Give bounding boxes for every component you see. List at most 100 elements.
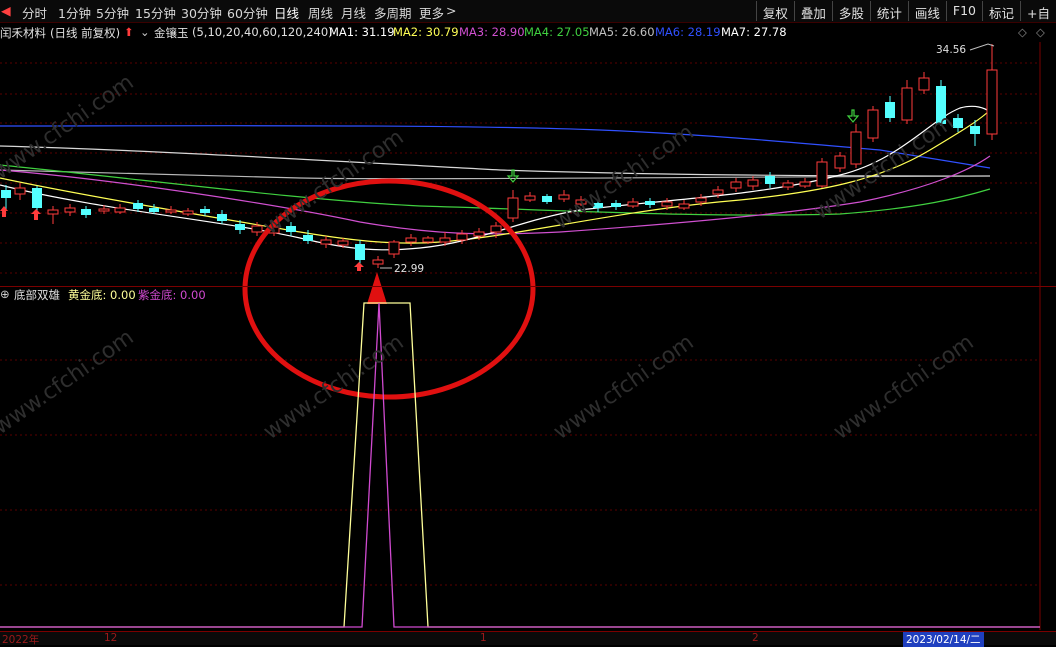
candle-body [799,181,811,187]
ma2-value: MA2: 30.79 [393,25,459,39]
candle-body [970,126,980,134]
candle-body [542,196,552,202]
candle-body [337,240,349,246]
kline-chart[interactable]: 22.99 34.56 www.cfchi.com www.cfchi.com … [0,0,1056,644]
mark-button[interactable]: 标记 [982,1,1020,21]
down-arrow-icon [846,109,860,123]
stats-button[interactable]: 统计 [869,1,908,21]
candle-body [661,201,673,207]
candle-body [182,210,194,215]
period-tab[interactable]: 15分钟 [135,3,176,22]
candle-body [490,225,502,233]
candle-body [712,189,724,195]
period-tab[interactable]: 周线 [308,3,333,22]
candle-body [32,188,42,208]
period-tab[interactable]: 更多 [419,3,444,22]
candle-body [303,235,313,241]
indicator-info-bar: 闰禾材料 (日线 前复权) ⬆ ⌄ 金镶玉 (5,10,20,40,60,120… [0,23,1056,41]
candle-body [524,195,536,201]
date-label: 1 [480,632,487,644]
candle-body [320,239,332,245]
candle-body [834,155,846,169]
watermark: www.cfchi.com [549,330,698,445]
candle-body [730,181,742,189]
candle-body [678,203,690,209]
period-tab[interactable]: 月线 [341,3,366,22]
candle-body [355,244,365,260]
candle-body [200,209,210,213]
candle-body [439,237,451,243]
candle-body [114,207,126,213]
f10-button[interactable]: F10 [945,1,982,21]
candle-body [98,208,110,212]
candle-body [47,209,59,215]
period-tab-active[interactable]: 日线 [274,3,299,22]
candle-body [867,109,879,139]
candle-body [133,203,143,209]
candle-body [782,182,794,188]
down-arrow-icon [506,169,520,183]
candle-body [816,161,828,187]
period-tab[interactable]: 分时 [22,3,47,22]
candle-body [473,231,485,237]
up-arrow-icon: ⬆ [124,25,134,39]
chevron-right-icon[interactable]: > [446,3,456,18]
candle-body [14,187,26,195]
chart-mode: (日线 前复权) [50,26,121,40]
overlay-button[interactable]: 叠加 [793,1,832,21]
diamond-icon[interactable]: ◇ [1036,25,1045,39]
candle-body [507,197,519,219]
watermark: www.cfchi.com [259,330,408,445]
watermark: www.cfchi.com [0,70,139,185]
period-tab[interactable]: 多周期 [374,3,412,22]
candle-body [1,190,11,198]
sub-indicator-name[interactable]: 底部双雄 [14,287,60,303]
adjust-button[interactable]: 复权 [755,1,794,21]
period-tab[interactable]: 1分钟 [58,3,91,22]
ma6-value: MA6: 28.19 [655,25,721,39]
date-label: 2 [752,632,759,644]
indicator-params: (5,10,20,40,60,120,240) [192,25,333,39]
gold-bottom-value: 黄金底: 0.00 [68,288,136,302]
candle-body [765,176,775,184]
up-arrow-icon [0,206,8,217]
draw-button[interactable]: 画线 [907,1,946,21]
period-toolbar: ◀ 分时 1分钟 5分钟 15分钟 30分钟 60分钟 日线 周线 月线 多周期… [0,0,1056,23]
candle-body [918,77,930,91]
watermark: www.cfchi.com [829,330,978,445]
date-axis: 2022年 12 1 2 2023/02/14/二 [0,631,1056,647]
candle-body [986,69,998,135]
purple-bottom-value: 紫金底: 0.00 [138,288,206,302]
watermark: www.cfchi.com [809,110,958,225]
candle-body [885,102,895,118]
price-high-label: 34.56 [936,44,966,56]
ma1-value: MA1: 31.19 [329,25,395,39]
candle-body [165,209,177,213]
collapse-icon[interactable]: ⊕ [0,287,10,301]
period-tab[interactable]: 60分钟 [227,3,268,22]
candle-body [217,214,227,221]
multi-stock-button[interactable]: 多股 [831,1,870,21]
period-tab[interactable]: 30分钟 [181,3,222,22]
period-tab[interactable]: 5分钟 [96,3,129,22]
candle-body [645,201,655,205]
current-date-label: 2023/02/14/二 [903,632,984,647]
indicator-name[interactable]: 金镶玉 [154,25,189,41]
date-label: 2022年 [2,634,40,646]
chevron-down-icon[interactable]: ⌄ [140,25,150,39]
candle-body [149,208,159,212]
self-select-button[interactable]: +自 [1020,1,1056,21]
candle-body [235,224,245,230]
candle-body [422,237,434,243]
diamond-icon[interactable]: ◇ [1018,25,1027,39]
stock-name: 闰禾材料 [0,26,46,40]
watermark: www.cfchi.com [0,325,139,440]
back-icon[interactable]: ◀ [1,3,11,18]
candle-body [64,207,76,213]
candle-body [627,201,639,207]
candle-body [747,179,759,187]
candle-body [695,197,707,203]
ma7-value: MA7: 27.78 [721,25,787,39]
candle-body [456,233,468,241]
candle-body [372,259,384,265]
